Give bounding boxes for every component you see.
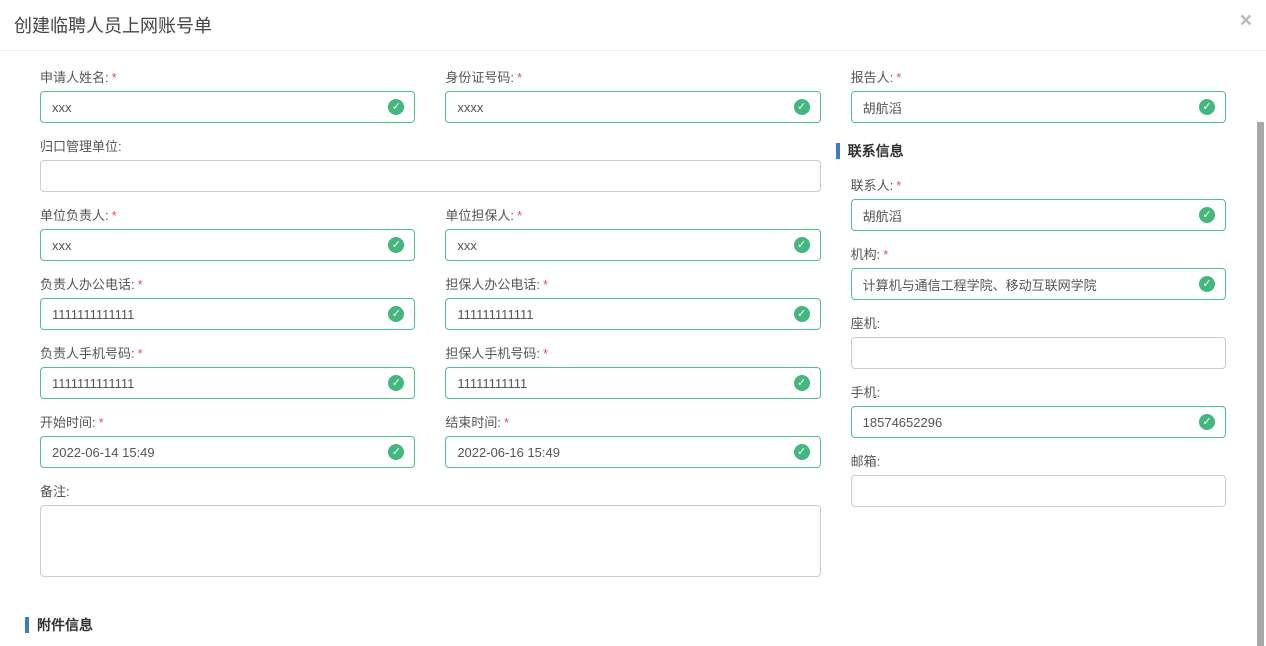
create-account-modal: 创建临聘人员上网账号单 × 申请人姓名:* ✓ 身份证号码:* ✓	[0, 0, 1266, 646]
field-end-time: 结束时间:* ✓	[430, 413, 835, 468]
field-leader-office-phone: 负责人办公电话:* ✓	[25, 275, 430, 330]
required-asterisk: *	[543, 277, 548, 292]
leader-office-phone-label: 负责人办公电话:*	[40, 275, 415, 294]
unit-guarantor-label: 单位担保人:*	[445, 206, 820, 225]
required-asterisk: *	[896, 70, 901, 85]
check-circle-icon: ✓	[794, 375, 810, 391]
management-unit-input[interactable]	[40, 160, 821, 192]
form-left-area: 申请人姓名:* ✓ 身份证号码:* ✓ 归口管理单位:	[25, 68, 836, 591]
leader-office-phone-input[interactable]	[40, 298, 415, 330]
form-right-area: 报告人:* ✓ 联系信息 联系人:* ✓ 机构:* ✓	[836, 68, 1241, 591]
guarantor-office-phone-label: 担保人办公电话:*	[445, 275, 820, 294]
check-circle-icon: ✓	[388, 375, 404, 391]
required-asterisk: *	[138, 277, 143, 292]
management-unit-label: 归口管理单位:	[40, 137, 821, 156]
id-number-label: 身份证号码:*	[445, 68, 820, 87]
modal-title: 创建临聘人员上网账号单	[14, 13, 1251, 39]
check-circle-icon: ✓	[794, 99, 810, 115]
applicant-name-label: 申请人姓名:*	[40, 68, 415, 87]
reporter-input[interactable]	[851, 91, 1226, 123]
remarks-label: 备注:	[40, 482, 821, 501]
id-number-input[interactable]	[445, 91, 820, 123]
field-organization: 机构:* ✓	[836, 245, 1241, 300]
required-asterisk: *	[112, 208, 117, 223]
start-time-input[interactable]	[40, 436, 415, 468]
unit-guarantor-input[interactable]	[445, 229, 820, 261]
field-id-number: 身份证号码:* ✓	[430, 68, 835, 123]
leader-mobile-input[interactable]	[40, 367, 415, 399]
field-start-time: 开始时间:* ✓	[25, 413, 430, 468]
email-input[interactable]	[851, 475, 1226, 507]
check-circle-icon: ✓	[388, 237, 404, 253]
required-asterisk: *	[543, 346, 548, 361]
landline-input[interactable]	[851, 337, 1226, 369]
reporter-label: 报告人:*	[851, 68, 1226, 87]
mobile-input[interactable]	[851, 406, 1226, 438]
email-label: 邮箱:	[851, 452, 1226, 471]
field-reporter: 报告人:* ✓	[836, 68, 1241, 123]
check-circle-icon: ✓	[1199, 414, 1215, 430]
field-unit-guarantor: 单位担保人:* ✓	[430, 206, 835, 261]
unit-leader-input[interactable]	[40, 229, 415, 261]
check-circle-icon: ✓	[1199, 276, 1215, 292]
field-contact-person: 联系人:* ✓	[836, 176, 1241, 231]
required-asterisk: *	[517, 208, 522, 223]
guarantor-office-phone-input[interactable]	[445, 298, 820, 330]
guarantor-mobile-label: 担保人手机号码:*	[445, 344, 820, 363]
check-circle-icon: ✓	[794, 237, 810, 253]
check-circle-icon: ✓	[1199, 207, 1215, 223]
required-asterisk: *	[99, 415, 104, 430]
close-icon: ×	[1240, 9, 1252, 32]
scrollbar-thumb[interactable]	[1257, 122, 1264, 646]
required-asterisk: *	[517, 70, 522, 85]
required-asterisk: *	[896, 178, 901, 193]
close-button[interactable]: ×	[1240, 10, 1252, 31]
attachment-section-header: 附件信息	[25, 617, 1266, 633]
organization-label: 机构:*	[851, 245, 1226, 264]
field-remarks: 备注:	[25, 482, 836, 577]
field-landline: 座机:	[836, 314, 1241, 369]
field-guarantor-office-phone: 担保人办公电话:* ✓	[430, 275, 835, 330]
start-time-label: 开始时间:*	[40, 413, 415, 432]
modal-header: 创建临聘人员上网账号单 ×	[0, 0, 1266, 51]
end-time-label: 结束时间:*	[445, 413, 820, 432]
field-applicant-name: 申请人姓名:* ✓	[25, 68, 430, 123]
check-circle-icon: ✓	[388, 444, 404, 460]
required-asterisk: *	[504, 415, 509, 430]
contact-section-header: 联系信息	[836, 143, 1241, 159]
field-guarantor-mobile: 担保人手机号码:* ✓	[430, 344, 835, 399]
end-time-input[interactable]	[445, 436, 820, 468]
contact-person-input[interactable]	[851, 199, 1226, 231]
unit-leader-label: 单位负责人:*	[40, 206, 415, 225]
required-asterisk: *	[138, 346, 143, 361]
remarks-textarea[interactable]	[40, 505, 821, 577]
field-management-unit: 归口管理单位:	[25, 137, 836, 192]
landline-label: 座机:	[851, 314, 1226, 333]
mobile-label: 手机:	[851, 383, 1226, 402]
required-asterisk: *	[883, 247, 888, 262]
applicant-name-input[interactable]	[40, 91, 415, 123]
check-circle-icon: ✓	[794, 306, 810, 322]
field-mobile: 手机: ✓	[836, 383, 1241, 438]
organization-input[interactable]	[851, 268, 1226, 300]
leader-mobile-label: 负责人手机号码:*	[40, 344, 415, 363]
field-email: 邮箱:	[836, 452, 1241, 507]
form-body: 申请人姓名:* ✓ 身份证号码:* ✓ 归口管理单位:	[0, 51, 1266, 591]
contact-person-label: 联系人:*	[851, 176, 1226, 195]
check-circle-icon: ✓	[794, 444, 810, 460]
field-leader-mobile: 负责人手机号码:* ✓	[25, 344, 430, 399]
guarantor-mobile-input[interactable]	[445, 367, 820, 399]
check-circle-icon: ✓	[1199, 99, 1215, 115]
field-unit-leader: 单位负责人:* ✓	[25, 206, 430, 261]
check-circle-icon: ✓	[388, 99, 404, 115]
required-asterisk: *	[112, 70, 117, 85]
check-circle-icon: ✓	[388, 306, 404, 322]
